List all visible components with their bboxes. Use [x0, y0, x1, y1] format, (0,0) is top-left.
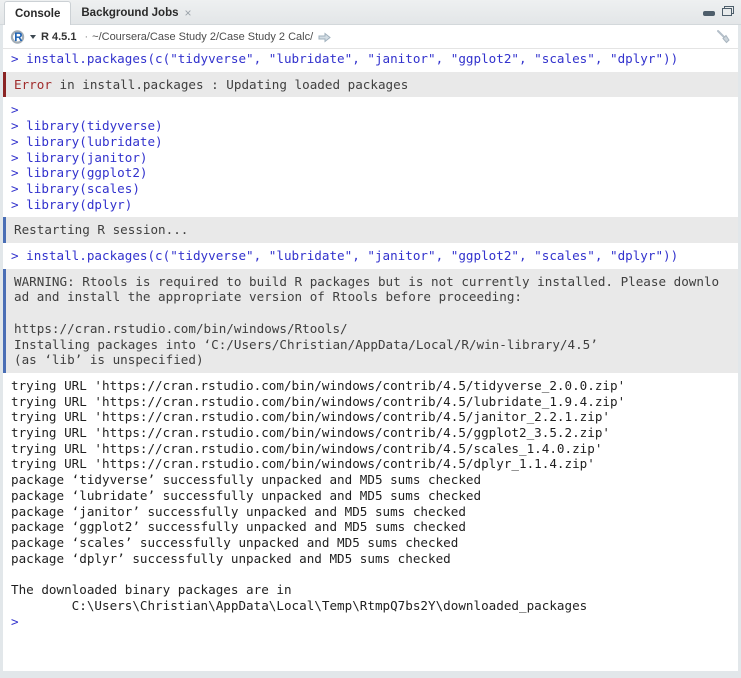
clear-console-broom-icon[interactable]	[715, 29, 731, 44]
restore-panes-icon[interactable]	[722, 6, 734, 16]
console-line: trying URL 'https://cran.rstudio.com/bin…	[11, 409, 610, 425]
console-line: The downloaded binary packages are in	[11, 582, 292, 598]
console-line: > library(dplyr)	[11, 196, 133, 212]
console-line: package ‘janitor’ successfully unpacked …	[11, 503, 466, 519]
status-message-block: Restarting R session...	[3, 217, 738, 244]
console-line: Error in install.packages : Updating loa…	[14, 76, 409, 92]
status-message-block: WARNING: Rtools is required to build R p…	[3, 268, 738, 373]
console-line: package ‘tidyverse’ successfully unpacke…	[11, 472, 482, 488]
r-version-label: R 4.5.1	[41, 30, 77, 43]
console-line: package ‘lubridate’ successfully unpacke…	[11, 487, 482, 503]
console-line: ad and install the appropriate version o…	[14, 289, 522, 305]
console-line: WARNING: Rtools is required to build R p…	[14, 273, 720, 289]
chevron-down-icon[interactable]	[30, 35, 36, 39]
console-line: > library(janitor)	[11, 149, 148, 165]
console-line: > library(ggplot2)	[11, 165, 148, 181]
console-line: > library(tidyverse)	[11, 118, 163, 134]
tab-console[interactable]: Console	[4, 1, 72, 25]
pane-window-controls	[703, 6, 734, 16]
console-line: > library(scales)	[11, 180, 140, 196]
goto-directory-arrow-icon[interactable]	[318, 31, 331, 43]
working-directory-path: ~/Coursera/Case Study 2/Case Study 2 Cal…	[92, 30, 314, 43]
console-toolbar: R R 4.5.1 · ~/Coursera/Case Study 2/Case…	[3, 25, 738, 49]
pane-tab-bar: Console Background Jobs ×	[0, 0, 741, 25]
minimize-icon[interactable]	[703, 11, 715, 16]
tab-console-label: Console	[15, 7, 61, 20]
separator-dot: ·	[84, 30, 89, 43]
r-logo-icon[interactable]: R	[10, 29, 27, 45]
console-line: >	[11, 102, 27, 118]
console-line: > install.packages(c("tidyverse", "lubri…	[11, 51, 679, 66]
console-line: trying URL 'https://cran.rstudio.com/bin…	[11, 440, 603, 456]
console-line: C:\Users\Christian\AppData\Local\Temp\Rt…	[11, 597, 588, 613]
svg-text:R: R	[14, 32, 23, 44]
error-message-block: Error in install.packages : Updating loa…	[3, 71, 738, 98]
close-icon[interactable]: ×	[185, 7, 192, 19]
console-pane-body: R R 4.5.1 · ~/Coursera/Case Study 2/Case…	[3, 25, 738, 671]
console-output[interactable]: > install.packages(c("tidyverse", "lubri…	[3, 49, 738, 671]
console-line: >	[11, 613, 27, 629]
console-line: trying URL 'https://cran.rstudio.com/bin…	[11, 425, 610, 441]
tab-background-jobs-label: Background Jobs	[81, 7, 179, 19]
error-prefix: Error	[14, 76, 52, 92]
console-line: trying URL 'https://cran.rstudio.com/bin…	[11, 456, 595, 472]
rstudio-console-pane: Console Background Jobs × R R 4.5.1 · ~/…	[0, 0, 741, 678]
console-line: Installing packages into ‘C:/Users/Chris…	[14, 336, 598, 352]
tab-background-jobs[interactable]: Background Jobs ×	[71, 2, 201, 24]
console-line: Restarting R session...	[14, 222, 189, 238]
console-line: > install.packages(c("tidyverse", "lubri…	[11, 248, 679, 264]
console-line: package ‘dplyr’ successfully unpacked an…	[11, 550, 451, 566]
console-line: (as ‘lib’ is unspecified)	[14, 352, 204, 368]
console-line: > library(lubridate)	[11, 133, 163, 149]
console-line: package ‘ggplot2’ successfully unpacked …	[11, 519, 466, 535]
console-line: trying URL 'https://cran.rstudio.com/bin…	[11, 377, 626, 393]
console-line: trying URL 'https://cran.rstudio.com/bin…	[11, 393, 626, 409]
console-line: https://cran.rstudio.com/bin/windows/Rto…	[14, 320, 348, 336]
console-line: package ‘scales’ successfully unpacked a…	[11, 534, 459, 550]
